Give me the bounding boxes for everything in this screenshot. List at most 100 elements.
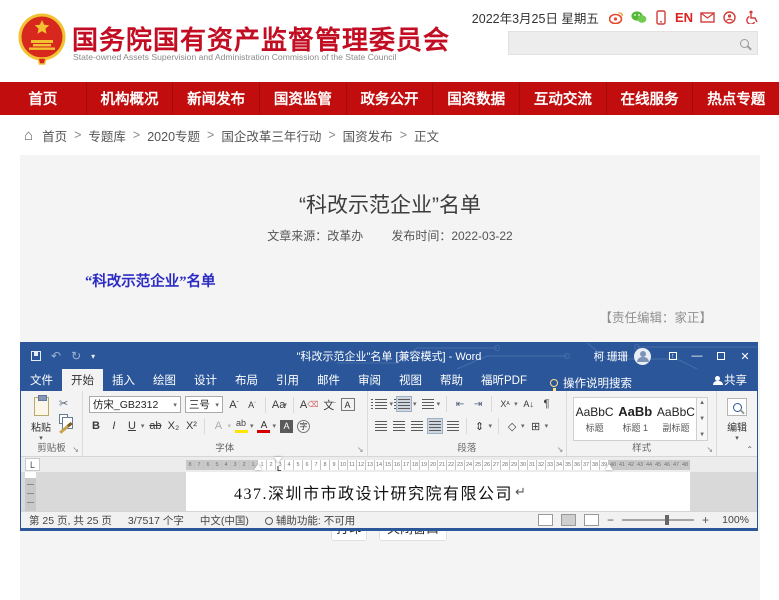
ribbon-tab-帮助[interactable]: 帮助 (431, 369, 472, 391)
word-count[interactable]: 3/7517 个字 (128, 513, 184, 528)
zoom-out-icon[interactable]: − (607, 513, 614, 527)
scroll-up-icon[interactable]: ▲ (699, 400, 705, 406)
breadcrumb-item-6[interactable]: 正文 (414, 126, 439, 145)
maximize-button[interactable] (709, 343, 733, 369)
asian-layout-icon[interactable]: XA (498, 397, 512, 411)
distribute-icon[interactable] (446, 419, 460, 433)
ribbon-tab-福昕PDF[interactable]: 福昕PDF (472, 369, 536, 391)
edit-button[interactable]: 编辑 ▾ (724, 398, 750, 442)
minimize-button[interactable]: — (685, 343, 709, 369)
nav-item-7[interactable]: 互动交流 (520, 82, 607, 115)
attachment-link[interactable]: “科改示范企业”名单 (85, 270, 216, 291)
grow-font-icon[interactable]: Aˆ (227, 398, 241, 412)
share-button[interactable]: 共享 (715, 369, 747, 391)
phonetic-guide-icon[interactable]: 文˘ (323, 398, 337, 412)
underline-icon[interactable]: U (125, 419, 139, 433)
tell-me-search[interactable]: 操作说明搜索 (550, 375, 632, 391)
sort-icon[interactable]: A↓ (522, 397, 536, 411)
text-highlight-icon[interactable] (235, 420, 248, 433)
font-size-combo[interactable]: 三号▾ (185, 396, 223, 413)
ribbon-display-options-icon[interactable]: ↑ (661, 343, 685, 369)
zoom-slider[interactable] (622, 519, 694, 521)
close-button[interactable]: ✕ (733, 343, 757, 369)
shrink-font-icon[interactable]: Aˇ (245, 398, 259, 412)
collapse-ribbon-icon[interactable]: ⌃ (746, 445, 753, 454)
multilevel-list-icon[interactable] (421, 397, 435, 411)
zoom-in-icon[interactable]: + (702, 513, 709, 527)
redo-icon[interactable]: ↻ (71, 349, 81, 363)
nav-item-1[interactable]: 首页 (0, 82, 87, 115)
clipboard-dialog-launcher-icon[interactable]: ↘ (72, 445, 79, 454)
weibo-icon[interactable] (609, 9, 625, 25)
right-indent-marker[interactable] (605, 464, 613, 470)
line-spacing-icon[interactable]: ⇕ (473, 419, 487, 433)
language-switch[interactable]: EN (675, 10, 693, 25)
read-mode-icon[interactable] (538, 514, 553, 526)
strikethrough-icon[interactable]: ab (148, 419, 162, 433)
nav-item-3[interactable]: 新闻发布 (173, 82, 260, 115)
ribbon-tab-文件[interactable]: 文件 (21, 369, 62, 391)
ribbon-tab-审阅[interactable]: 审阅 (349, 369, 390, 391)
nav-item-6[interactable]: 国资数据 (433, 82, 520, 115)
paste-button[interactable]: 粘贴 ▾ (27, 397, 55, 443)
subscript-icon[interactable]: X₂ (166, 419, 180, 433)
nav-item-9[interactable]: 热点专题 (693, 82, 779, 115)
user-name[interactable]: 柯 珊珊 (594, 349, 628, 364)
page-indicator[interactable]: 第 25 页, 共 25 页 (29, 513, 112, 528)
nav-item-5[interactable]: 政务公开 (347, 82, 434, 115)
character-shading-icon[interactable]: A (280, 420, 293, 433)
print-layout-icon[interactable] (561, 514, 576, 526)
ribbon-tab-绘图[interactable]: 绘图 (144, 369, 185, 391)
wechat-qr-icon[interactable] (721, 9, 737, 25)
gallery-more-icon[interactable]: ▼ (699, 432, 705, 438)
style-gallery-scroll[interactable]: ▲ ▼ ▼ (697, 397, 708, 441)
left-indent-marker[interactable] (254, 464, 262, 470)
font-color-icon[interactable]: A (257, 420, 270, 433)
borders-icon[interactable]: ⊞ (529, 419, 543, 433)
nav-item-8[interactable]: 在线服务 (607, 82, 694, 115)
change-case-icon[interactable]: Aa▾ (272, 398, 287, 412)
shading-icon[interactable]: ◇ (505, 419, 519, 433)
search-input[interactable] (509, 32, 731, 54)
wechat-icon[interactable] (631, 9, 647, 25)
breadcrumb-item-1[interactable]: 首页 (42, 126, 67, 145)
breadcrumb-item-4[interactable]: 国企改革三年行动 (221, 126, 321, 145)
vertical-ruler[interactable] (25, 472, 36, 511)
document-page[interactable]: 437.深圳市市政设计研究院有限公司↵ (186, 472, 690, 511)
qat-customize-icon[interactable]: ▾ (91, 352, 95, 361)
align-center-icon[interactable] (392, 419, 406, 433)
bullets-icon[interactable] (374, 397, 388, 411)
undo-icon[interactable]: ↶ (51, 349, 61, 363)
superscript-icon[interactable]: X² (184, 419, 198, 433)
accessibility-status[interactable]: 辅助功能: 不可用 (265, 513, 355, 528)
text-effects-icon[interactable]: A (211, 419, 225, 433)
web-layout-icon[interactable] (584, 514, 599, 526)
accessibility-icon[interactable] (743, 9, 759, 25)
numbering-icon[interactable] (397, 397, 411, 411)
avatar[interactable] (634, 348, 651, 365)
mail-icon[interactable] (699, 9, 715, 25)
breadcrumb-item-2[interactable]: 专题库 (88, 126, 126, 145)
align-left-icon[interactable] (374, 419, 388, 433)
style-card-标题[interactable]: AaBbC标题 (574, 398, 615, 440)
font-dialog-launcher-icon[interactable]: ↘ (357, 445, 364, 454)
show-marks-icon[interactable]: ¶ (540, 397, 554, 411)
enclose-characters-icon[interactable]: 字 (297, 420, 310, 433)
paragraph-dialog-launcher-icon[interactable]: ↘ (557, 445, 564, 454)
clear-formatting-icon[interactable]: A⌫ (300, 398, 319, 412)
bold-icon[interactable]: B (89, 419, 103, 433)
font-name-combo[interactable]: 仿宋_GB2312▾ (89, 396, 181, 413)
nav-item-2[interactable]: 机构概况 (87, 82, 174, 115)
justify-icon[interactable] (428, 419, 442, 433)
styles-dialog-launcher-icon[interactable]: ↘ (706, 445, 713, 454)
format-painter-icon[interactable] (59, 425, 69, 434)
nav-item-4[interactable]: 国资监管 (260, 82, 347, 115)
breadcrumb-item-3[interactable]: 2020专题 (147, 126, 200, 145)
ribbon-tab-设计[interactable]: 设计 (185, 369, 226, 391)
italic-icon[interactable]: I (107, 419, 121, 433)
ribbon-tab-邮件[interactable]: 邮件 (308, 369, 349, 391)
document-text-line[interactable]: 437.深圳市市政设计研究院有限公司↵ (234, 472, 526, 511)
cut-icon[interactable]: ✂ (59, 397, 69, 410)
ribbon-tab-开始[interactable]: 开始 (62, 369, 103, 391)
first-line-indent-marker[interactable] (274, 457, 282, 463)
